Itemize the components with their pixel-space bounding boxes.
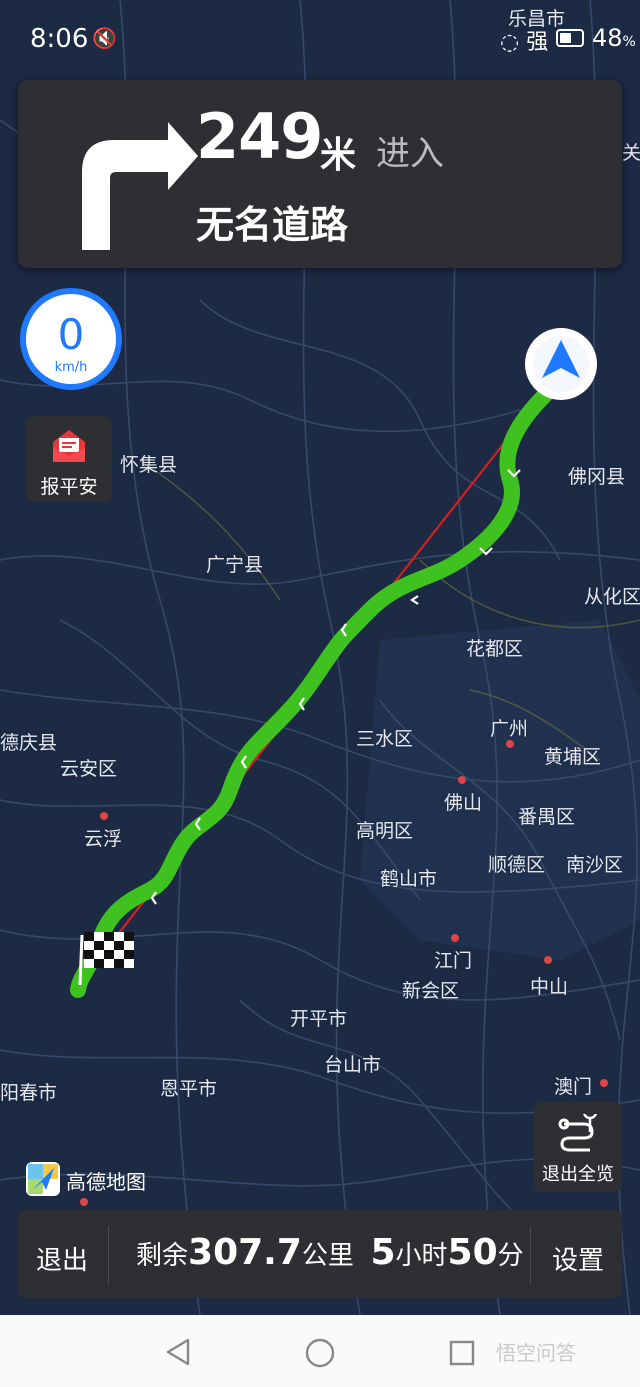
turn-guidance-card[interactable]: 249 米 进入 无名道路 [18, 80, 622, 268]
back-triangle-icon[interactable] [164, 1337, 192, 1367]
next-road-name: 无名道路 [196, 203, 349, 247]
minutes-unit: 分 [497, 1241, 524, 1271]
route-overview-icon [558, 1114, 597, 1152]
map-label: 江门 [434, 950, 473, 972]
map-label: 中山 [530, 976, 569, 998]
map-label: 恩平市 [160, 1078, 218, 1100]
envelope-icon [53, 430, 85, 462]
signal-label: 强 [526, 30, 549, 55]
map-label: 关 [622, 142, 640, 164]
speedometer: 0 km/h [20, 288, 122, 390]
map-label: 从化区 [584, 586, 640, 608]
hours-unit: 小时 [395, 1241, 448, 1271]
amap-logo-text: 高德地图 [66, 1170, 146, 1194]
map-label: 番禺区 [518, 806, 576, 828]
map-label: 新会区 [402, 980, 460, 1002]
map-label: 鹤山市 [380, 868, 438, 890]
map-label: 广州 [490, 718, 529, 740]
map-label: 德庆县 [0, 732, 58, 754]
divider [108, 1226, 109, 1284]
speaker-mute-icon: 🔇 [92, 26, 117, 50]
signal-strength: ◌ 强 [500, 24, 548, 56]
speed-unit: km/h [54, 360, 88, 375]
turn-right-arrow-icon [82, 122, 198, 250]
map-label: 云浮 [84, 828, 123, 850]
remain-prefix: 剩余 [136, 1241, 189, 1271]
exit-overview-label: 退出全览 [542, 1164, 614, 1185]
battery-value: 48 [592, 24, 623, 52]
map-label: 黄埔区 [544, 746, 602, 768]
remaining-info: 剩余307.7公里 5小时50分 [136, 1232, 524, 1273]
map-label: 佛山 [444, 792, 483, 814]
navigation-bottom-bar: 退出 剩余307.7公里 5小时50分 设置 [18, 1210, 622, 1298]
speed-value: 0 [57, 310, 85, 359]
status-bar: 8:06 🔇 ◌ 强 48% [0, 0, 640, 80]
map-label: 南沙区 [566, 854, 624, 876]
amap-logo: 高德地图 [26, 1162, 146, 1200]
divider [530, 1226, 531, 1284]
home-circle-icon[interactable] [304, 1337, 336, 1369]
exit-navigation-button[interactable]: 退出 [36, 1240, 88, 1277]
recents-square-icon[interactable] [448, 1339, 476, 1367]
gps-signal-icon: ◌ [500, 30, 520, 55]
map-label: 高明区 [356, 820, 414, 842]
remain-unit: 公里 [301, 1241, 354, 1271]
battery-percent: 48% [592, 24, 636, 52]
map-label: 阳春市 [0, 1082, 58, 1104]
report-safety-label: 报平安 [40, 476, 98, 498]
system-navigation-bar: 悟空问答 [0, 1315, 640, 1387]
status-time: 8:06 [30, 24, 89, 54]
map-label: 澳门 [554, 1076, 593, 1098]
current-location-icon [525, 328, 597, 400]
report-safety-button[interactable]: 报平安 [26, 416, 112, 502]
map-label: 顺德区 [488, 854, 546, 876]
map-label: 三水区 [356, 728, 414, 750]
map-label: 佛冈县 [568, 466, 626, 488]
map-label: 花都区 [466, 638, 524, 660]
settings-button[interactable]: 设置 [552, 1240, 604, 1277]
turn-action: 进入 [376, 134, 444, 174]
battery-percent-sign: % [622, 34, 636, 50]
map-label: 开平市 [290, 1008, 348, 1030]
exit-overview-button[interactable]: 退出全览 [534, 1102, 622, 1192]
map-label: 怀集县 [120, 454, 178, 476]
battery-icon [556, 29, 584, 47]
map-label: 云安区 [60, 758, 118, 780]
turn-distance-unit: 米 [320, 135, 357, 176]
remain-minutes: 50 [447, 1232, 498, 1273]
amap-logo-icon [26, 1162, 60, 1196]
watermark: 悟空问答 [496, 1341, 576, 1365]
remain-distance: 307.7 [188, 1232, 302, 1273]
map-label: 台山市 [324, 1054, 382, 1076]
map-label: 广宁县 [206, 554, 264, 576]
turn-distance: 249 [196, 100, 323, 173]
remain-hours: 5 [370, 1232, 396, 1273]
